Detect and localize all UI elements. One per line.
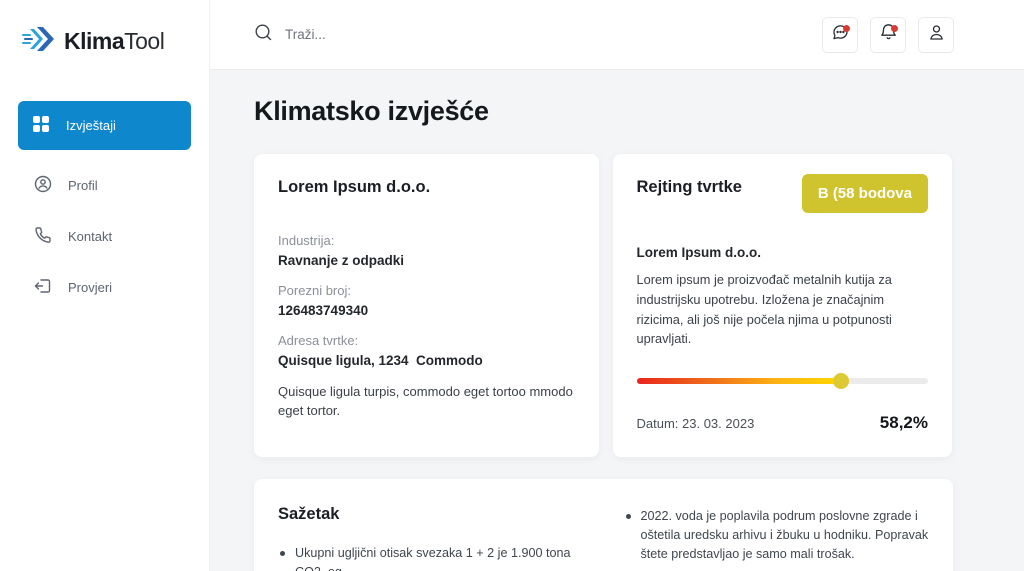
header-actions [822,17,954,53]
profile-button[interactable] [918,17,954,53]
summary-bullet: 2022. voda je poplavila podrum poslovne … [624,507,930,564]
summary-column-left: Sažetak Ukupni ugljični otisak svezaka 1… [278,505,584,571]
rating-footer: Datum: 23. 03. 2023 58,2% [637,413,929,433]
logout-icon [34,277,52,298]
grid-icon [32,115,50,136]
sidebar-item-label: Kontakt [68,229,112,244]
sidebar-item-label: Izvještaji [66,118,116,133]
field-tax-number: Porezni broj: 126483749340 [278,283,575,318]
sidebar-item-kontakt[interactable]: Kontakt [18,213,191,260]
app-logo: KlimaTool [0,0,209,57]
summary-card: Sažetak Ukupni ugljični otisak svezaka 1… [254,479,953,571]
risk-slider-knob[interactable] [833,373,849,389]
company-note: Quisque ligula turpis, commodo eget tort… [278,383,575,421]
phone-icon [34,226,52,247]
notification-dot [891,25,898,32]
rating-date: Datum: 23. 03. 2023 [637,416,755,431]
sidebar-item-label: Profil [68,178,98,193]
company-fields: Industrija: Ravnanje z odpadki Porezni b… [278,233,575,368]
sidebar-nav: Izvještaji Profil Kontakt [0,101,209,311]
search-bar [254,23,822,47]
summary-column-right: 2022. voda je poplavila podrum poslovne … [624,505,930,571]
rating-card: Rejting tvrtke B (58 bodova Lorem Ipsum … [613,154,953,457]
field-industry: Industrija: Ravnanje z odpadki [278,233,575,268]
sidebar-item-provjeri[interactable]: Provjeri [18,264,191,311]
field-label: Adresa tvrtke: [278,333,575,348]
summary-grid: Sažetak Ukupni ugljični otisak svezaka 1… [278,505,929,571]
summary-bullet: Ukupni ugljični otisak svezaka 1 + 2 je … [278,544,584,571]
field-label: Industrija: [278,233,575,248]
user-icon [927,23,946,47]
notification-dot [843,25,850,32]
field-value: 126483749340 [278,303,575,318]
rating-badge: B (58 bodova [802,174,928,213]
brand-bold: Klima [64,28,124,54]
rating-description: Lorem ipsum je proizvođač metalnih kutij… [637,270,929,349]
messages-button[interactable] [822,17,858,53]
top-bar [210,0,1024,70]
summary-title: Sažetak [278,505,584,524]
search-input[interactable] [285,27,585,42]
search-icon [254,23,273,47]
field-value: Quisque ligula, 1234 Commodo [278,353,575,368]
company-card-title: Lorem Ipsum d.o.o. [278,178,575,197]
app-title: KlimaTool [64,28,164,55]
brand-light: Tool [124,28,164,54]
sidebar: KlimaTool Izvještaji Prof [0,0,210,571]
page-title: Klimatsko izvješće [254,96,952,127]
field-label: Porezni broj: [278,283,575,298]
sidebar-item-profil[interactable]: Profil [18,162,191,209]
sidebar-item-label: Provjeri [68,280,112,295]
user-circle-icon [34,175,52,196]
klimatool-logo-icon [22,26,58,57]
notifications-button[interactable] [870,17,906,53]
field-value: Ravnanje z odpadki [278,253,575,268]
summary-bullets-right: 2022. voda je poplavila podrum poslovne … [624,507,930,571]
rating-percent: 58,2% [880,413,928,433]
sidebar-item-izvjestaji[interactable]: Izvještaji [18,101,191,150]
cards-row: Lorem Ipsum d.o.o. Industrija: Ravnanje … [254,154,952,457]
field-address: Adresa tvrtke: Quisque ligula, 1234 Comm… [278,333,575,368]
risk-slider [637,373,929,389]
summary-bullets-left: Ukupni ugljični otisak svezaka 1 + 2 je … [278,544,584,571]
main-content: Klimatsko izvješće Lorem Ipsum d.o.o. In… [210,70,1024,571]
rating-company-name: Lorem Ipsum d.o.o. [637,245,929,260]
risk-slider-fill [637,378,841,384]
company-card: Lorem Ipsum d.o.o. Industrija: Ravnanje … [254,154,599,457]
